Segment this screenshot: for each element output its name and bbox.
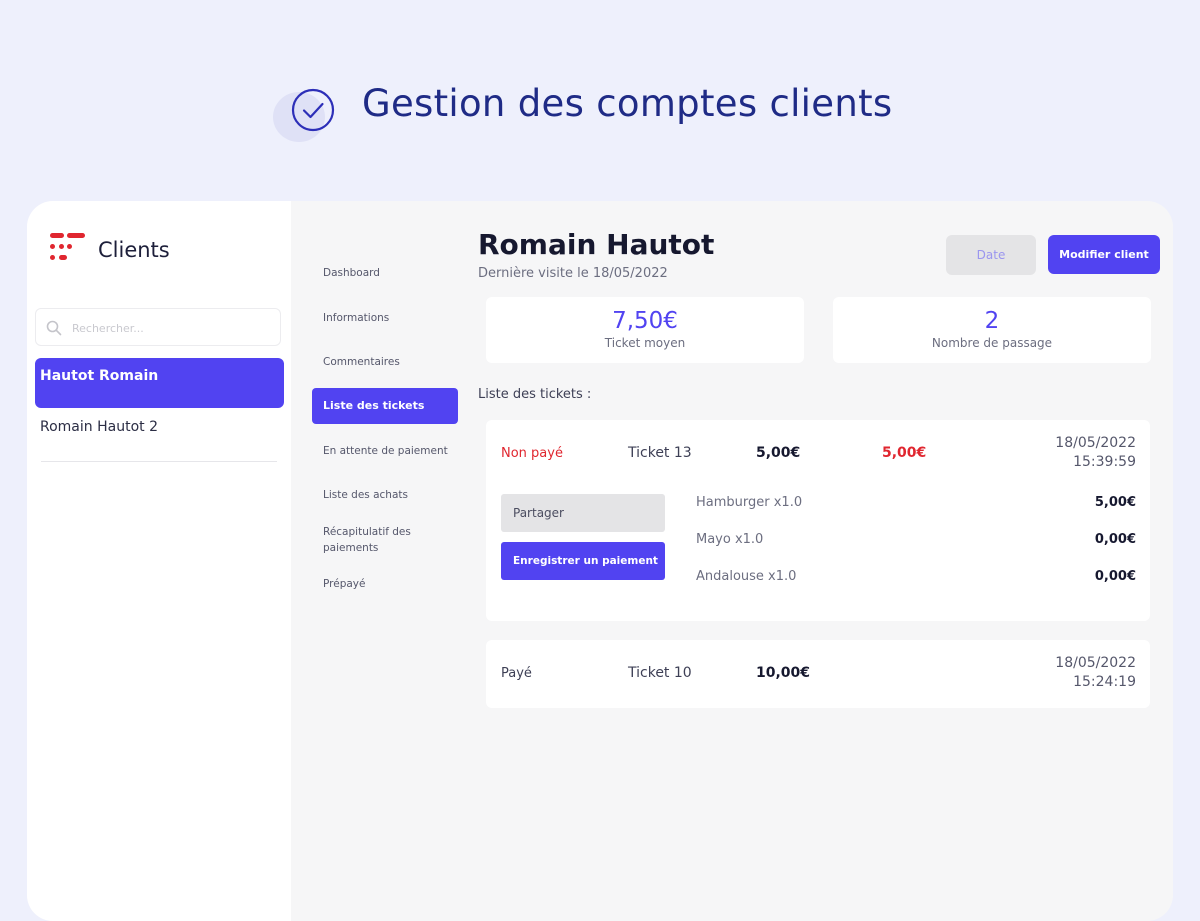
tickets-section-title: Liste des tickets : xyxy=(478,387,592,402)
nav-item-commentaires[interactable]: Commentaires xyxy=(312,354,458,370)
ticket-status: Non payé xyxy=(501,446,563,461)
ticket-name: Ticket 10 xyxy=(628,665,692,681)
ticket-amount: 5,00€ xyxy=(756,445,801,461)
ticket-time: 15:39:59 xyxy=(1073,454,1136,470)
stat-value: 7,50€ xyxy=(612,308,678,334)
nav-item-liste-des-tickets[interactable]: Liste des tickets xyxy=(312,388,458,424)
ticket-datetime: 18/05/2022 15:39:59 xyxy=(1055,434,1136,472)
nav-item-informations[interactable]: Informations xyxy=(312,310,458,326)
nav-item-liste-des-achats[interactable]: Liste des achats xyxy=(312,487,458,503)
ticket-line-name: Mayo x1.0 xyxy=(696,532,764,547)
client-list-item-active[interactable]: Hautot Romain xyxy=(35,358,284,408)
search-box[interactable] xyxy=(35,308,281,346)
ticket-time: 15:24:19 xyxy=(1073,674,1136,690)
stat-value: 2 xyxy=(984,308,1000,334)
client-list-item[interactable]: Romain Hautot 2 xyxy=(40,419,158,435)
ticket-name: Ticket 13 xyxy=(628,445,692,461)
stat-label: Nombre de passage xyxy=(931,336,1053,350)
stat-label: Ticket moyen xyxy=(604,336,686,350)
modify-client-button[interactable]: Modifier client xyxy=(1048,235,1160,274)
last-visit-text: Dernière visite le 18/05/2022 xyxy=(478,266,668,281)
brand-logo-icon xyxy=(48,230,88,270)
ticket-amount: 10,00€ xyxy=(756,665,811,681)
share-button[interactable]: Partager xyxy=(501,494,665,532)
ticket-line-name: Hamburger x1.0 xyxy=(696,495,803,510)
ticket-date: 18/05/2022 xyxy=(1055,655,1136,671)
client-name: Romain Hautot xyxy=(478,228,715,261)
ticket-amount-due: 5,00€ xyxy=(882,445,927,461)
stat-card-average-ticket: 7,50€ Ticket moyen xyxy=(486,297,804,363)
search-input[interactable] xyxy=(70,317,274,339)
hero-title: Gestion des comptes clients xyxy=(362,82,893,125)
check-circle-icon xyxy=(291,88,335,132)
nav-item-dashboard[interactable]: Dashboard xyxy=(312,265,458,281)
nav-item-en-attente-de-paiement[interactable]: En attente de paiement xyxy=(312,443,458,459)
app-window: Clients Hautot Romain Romain Hautot 2 Da… xyxy=(27,201,1173,921)
divider xyxy=(41,461,277,462)
record-payment-button[interactable]: Enregistrer un paiement xyxy=(501,542,665,580)
date-button[interactable]: Date xyxy=(946,235,1036,275)
nav-item-prepaye[interactable]: Prépayé xyxy=(312,576,458,592)
ticket-line-price: 0,00€ xyxy=(1094,532,1136,547)
search-icon xyxy=(46,320,62,336)
stat-card-visit-count: 2 Nombre de passage xyxy=(833,297,1151,363)
ticket-date: 18/05/2022 xyxy=(1055,435,1136,451)
ticket-line-name: Andalouse x1.0 xyxy=(696,569,797,584)
ticket-card-paid[interactable]: Payé Ticket 10 10,00€ 18/05/2022 15:24:1… xyxy=(486,640,1150,708)
app-title: Clients xyxy=(98,238,170,262)
nav-item-recapitulatif-des-paiements[interactable]: Récapitulatif des paiements xyxy=(312,524,458,556)
ticket-line-price: 0,00€ xyxy=(1094,569,1136,584)
ticket-card-unpaid[interactable]: Non payé Ticket 13 5,00€ 5,00€ 18/05/202… xyxy=(486,420,1150,621)
ticket-line-price: 5,00€ xyxy=(1094,495,1136,510)
ticket-datetime: 18/05/2022 15:24:19 xyxy=(1055,654,1136,692)
clients-panel: Clients Hautot Romain Romain Hautot 2 xyxy=(27,201,291,921)
ticket-status: Payé xyxy=(501,666,532,681)
